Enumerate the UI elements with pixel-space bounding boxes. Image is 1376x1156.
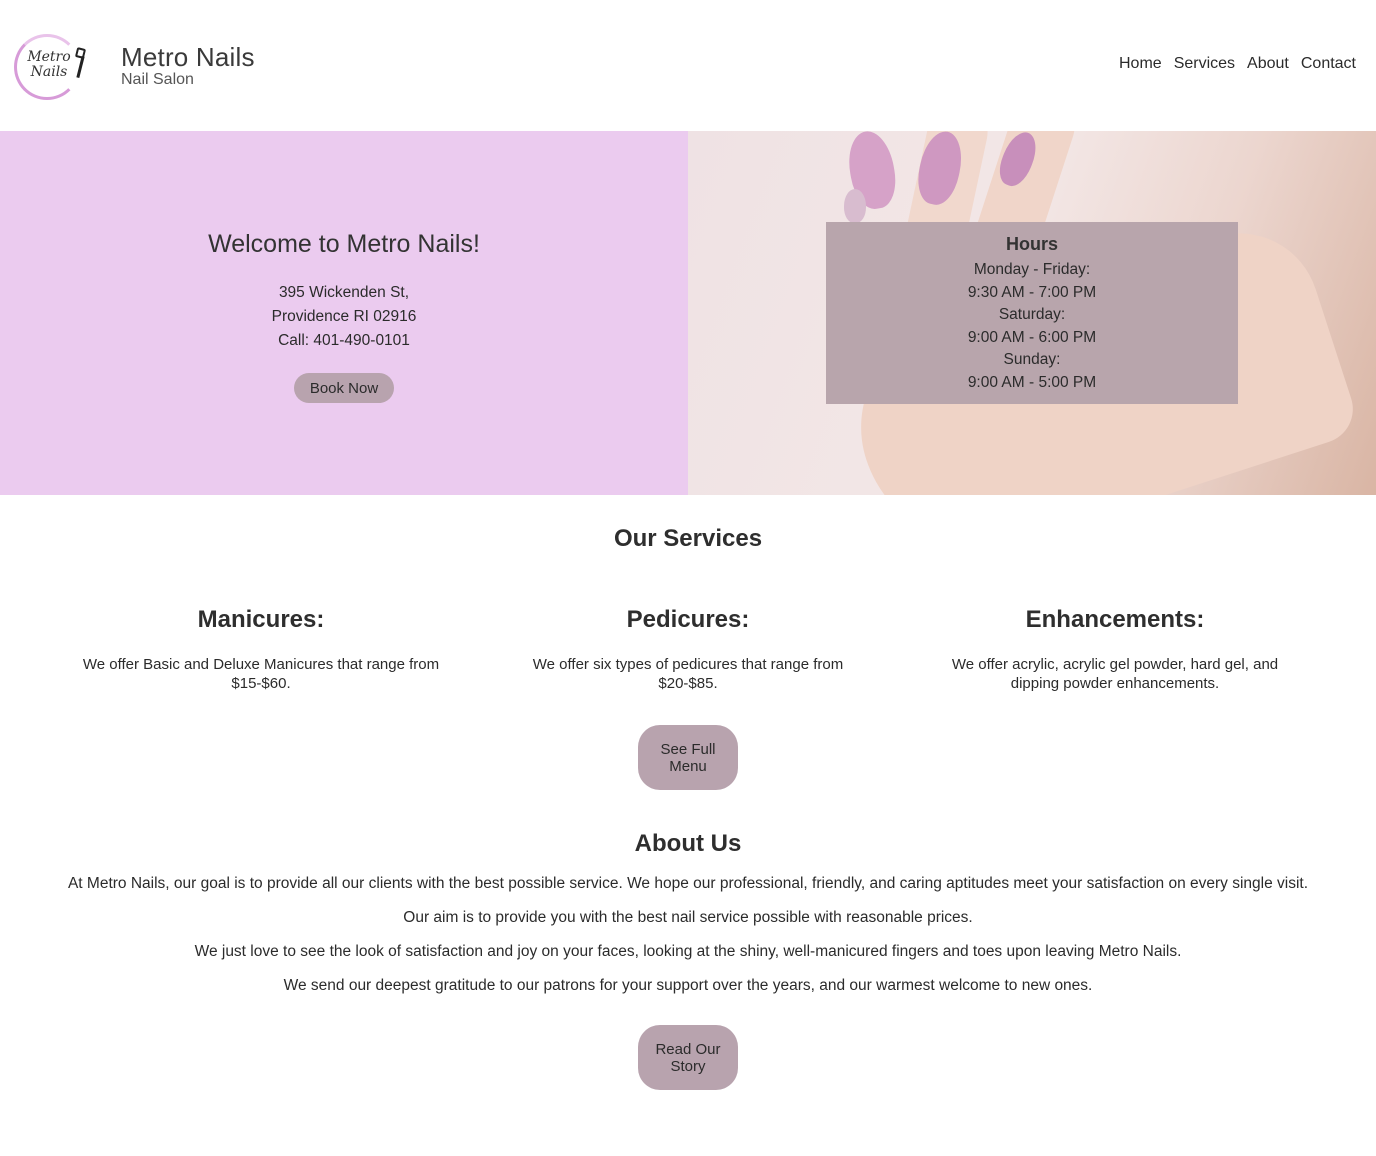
site-header: Metro Nails Metro Nails Nail Salon Home … xyxy=(0,0,1376,131)
read-our-story-button[interactable]: Read Our Story xyxy=(638,1025,738,1090)
logo-word-1: Metro xyxy=(27,49,71,65)
hours-sunday-label: Sunday: xyxy=(1003,351,1061,368)
hours-saturday-label: Saturday: xyxy=(998,306,1066,323)
hours-sunday-time: 9:00 AM - 5:00 PM xyxy=(967,373,1097,391)
service-title: Manicures: xyxy=(197,606,325,633)
service-pedicures: Pedicures: We offer six types of pedicur… xyxy=(508,606,868,693)
logo-word-2: Nails xyxy=(30,64,68,80)
hours-title: Hours xyxy=(1005,234,1058,254)
brand-subtitle: Nail Salon xyxy=(121,71,194,88)
about-paragraph-3: We just love to see the look of satisfac… xyxy=(194,943,1182,960)
nav-services[interactable]: Services xyxy=(1174,55,1235,73)
service-description: We offer six types of pedicures that ran… xyxy=(532,656,844,692)
address-line-1: 395 Wickenden St, xyxy=(278,284,410,301)
nav-home[interactable]: Home xyxy=(1119,55,1162,73)
story-button-line-1: Read Our xyxy=(655,1040,721,1058)
nail-shape xyxy=(844,189,866,223)
hours-saturday-time: 9:00 AM - 6:00 PM xyxy=(967,328,1097,346)
story-button-line-2: Story xyxy=(670,1057,706,1075)
services-heading: Our Services xyxy=(613,525,763,552)
hours-box: Hours Monday - Friday: 9:30 AM - 7:00 PM… xyxy=(826,222,1238,404)
see-full-menu-button[interactable]: See Full Menu xyxy=(638,725,738,790)
service-manicures: Manicures: We offer Basic and Deluxe Man… xyxy=(81,606,441,693)
brand-title[interactable]: Metro Nails xyxy=(121,42,255,73)
service-title: Enhancements: xyxy=(1025,606,1205,633)
book-now-button[interactable]: Book Now xyxy=(294,373,394,403)
about-paragraph-1: At Metro Nails, our goal is to provide a… xyxy=(67,875,1309,892)
nav-contact[interactable]: Contact xyxy=(1301,55,1356,73)
hours-weekday-time: 9:30 AM - 7:00 PM xyxy=(967,283,1097,301)
service-description: We offer Basic and Deluxe Manicures that… xyxy=(82,656,440,692)
nail-polish-brush-icon xyxy=(74,47,87,79)
nav-about[interactable]: About xyxy=(1247,55,1289,73)
about-paragraph-4: We send our deepest gratitude to our pat… xyxy=(283,977,1093,994)
about-paragraph-2: Our aim is to provide you with the best … xyxy=(403,909,973,926)
logo[interactable]: Metro Nails xyxy=(14,34,90,100)
menu-button-line-1: See Full xyxy=(660,740,716,758)
menu-button-line-2: Menu xyxy=(669,757,707,775)
service-title: Pedicures: xyxy=(626,606,750,633)
hours-weekday-label: Monday - Friday: xyxy=(973,261,1091,278)
address-line-2: Providence RI 02916 xyxy=(271,308,417,325)
service-enhancements: Enhancements: We offer acrylic, acrylic … xyxy=(935,606,1295,693)
main-nav: Home Services About Contact xyxy=(1119,55,1356,73)
about-heading: About Us xyxy=(634,830,742,857)
phone-number[interactable]: Call: 401-490-0101 xyxy=(0,332,688,350)
logo-wordmark: Metro Nails xyxy=(24,50,74,80)
welcome-heading: Welcome to Metro Nails! xyxy=(208,230,480,258)
service-description: We offer acrylic, acrylic gel powder, ha… xyxy=(951,656,1279,692)
